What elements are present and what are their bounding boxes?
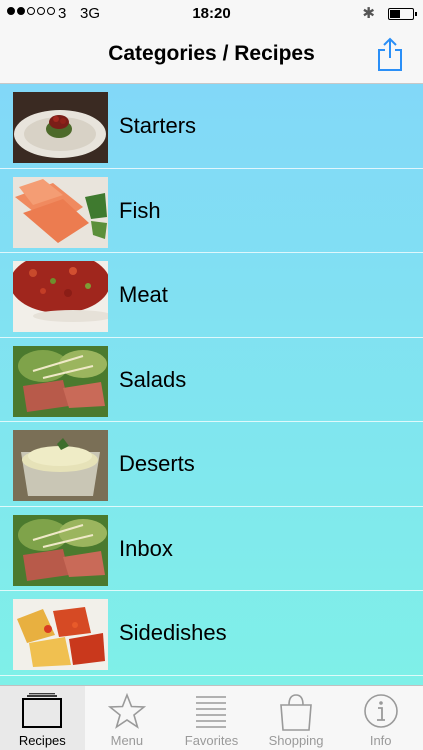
navigation-bar: Categories / Recipes — [0, 28, 423, 84]
tab-favorites[interactable]: Favorites — [169, 686, 254, 750]
tab-info[interactable]: Info — [338, 686, 423, 750]
status-bar: 3 3G 18:20 ✱ — [0, 0, 423, 28]
tab-label: Info — [369, 733, 392, 748]
tab-label: Shopping — [268, 733, 324, 748]
salads-thumbnail — [13, 345, 108, 417]
shopping-bag-icon — [280, 694, 312, 731]
bluetooth-icon: ✱ — [362, 5, 375, 22]
list-item-sidedishes[interactable]: Sidedishes — [0, 591, 423, 676]
list-item-inbox[interactable]: Inbox — [0, 507, 423, 591]
list-item-label: Deserts — [119, 451, 195, 476]
page-title: Categories / Recipes — [108, 42, 315, 65]
fish-thumbnail — [13, 176, 108, 248]
list-item-label: Inbox — [119, 535, 173, 561]
tab-label: Favorites — [184, 733, 239, 748]
recipes-icon — [22, 693, 63, 728]
status-time: 18:20 — [192, 5, 231, 22]
list-item-starters[interactable]: Starters — [0, 84, 423, 169]
list-item-salads[interactable]: Salads — [0, 338, 423, 422]
info-icon — [363, 694, 398, 728]
list-item-label: Meat — [119, 282, 168, 307]
share-icon — [378, 37, 402, 71]
tab-menu[interactable]: Menu — [85, 686, 170, 750]
tab-shopping[interactable]: Shopping — [254, 686, 339, 750]
star-icon — [107, 693, 146, 729]
category-list: Starters Fish Meat Salads Deserts Inbox … — [0, 84, 423, 685]
tab-label: Menu — [110, 733, 144, 748]
sidedishes-thumbnail — [13, 599, 108, 670]
list-item-label: Starters — [119, 113, 197, 138]
tab-label: Recipes — [18, 733, 66, 748]
battery-icon — [388, 8, 417, 20]
list-item-deserts[interactable]: Deserts — [0, 422, 423, 507]
tab-bar: Recipes Menu Favorites Shopping Info — [0, 685, 423, 750]
deserts-thumbnail — [13, 430, 108, 501]
list-item-label: Fish — [119, 197, 161, 223]
share-button[interactable] — [375, 36, 405, 72]
list-icon — [196, 696, 227, 728]
starters-thumbnail — [13, 92, 108, 163]
list-item-meat[interactable]: Meat — [0, 253, 423, 338]
tab-recipes[interactable]: Recipes — [0, 686, 85, 750]
inbox-thumbnail — [13, 514, 108, 586]
list-item-fish[interactable]: Fish — [0, 169, 423, 253]
list-item-label: Sidedishes — [119, 620, 227, 645]
list-item-label: Salads — [119, 366, 187, 392]
meat-thumbnail — [13, 261, 108, 332]
